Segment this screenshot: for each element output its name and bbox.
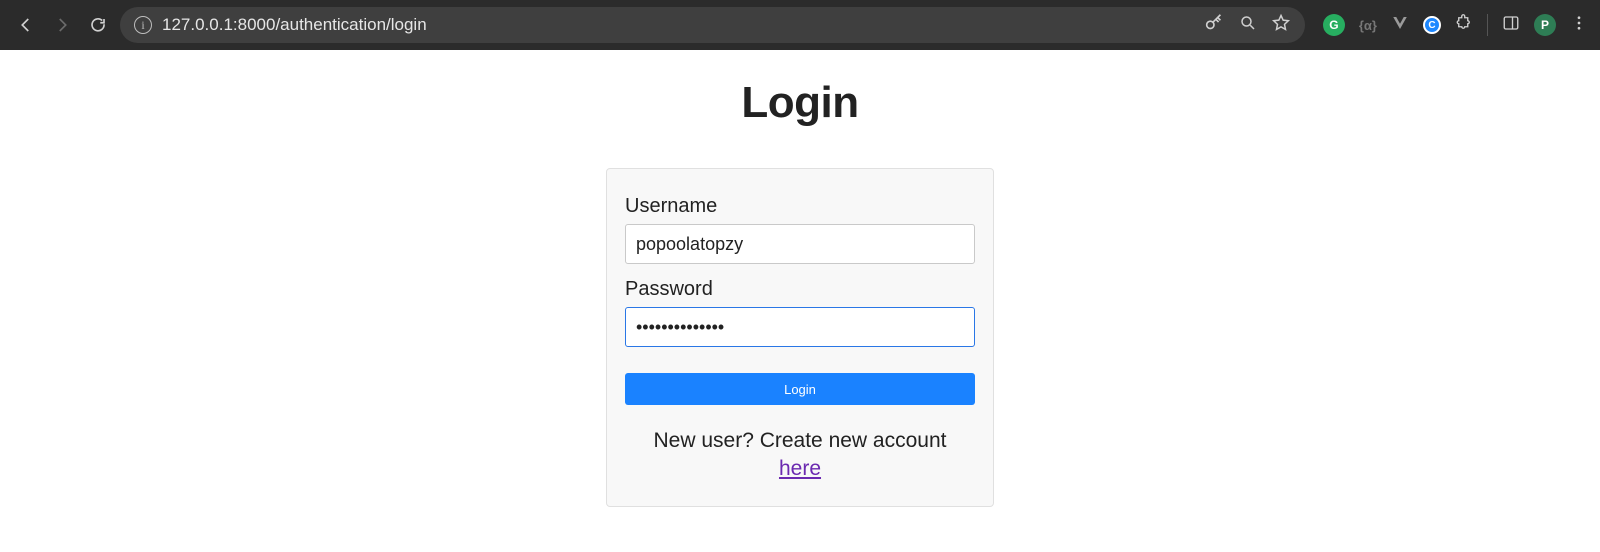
extension-c-icon[interactable]: C [1423,16,1441,34]
signup-text: New user? Create new account [654,429,947,452]
login-form-card: Username Password Login New user? Create… [606,168,994,507]
page-title: Login [741,78,858,128]
bookmark-star-icon[interactable] [1271,13,1291,38]
browser-top-bar: i 127.0.0.1:8000/authentication/login G … [0,0,1600,50]
profile-avatar[interactable]: P [1534,14,1556,36]
extension-bracket-icon[interactable]: {α} [1359,18,1377,33]
username-input[interactable] [625,224,975,264]
password-input[interactable] [625,307,975,347]
address-bar-actions [1203,12,1291,39]
page-content: Login Username Password Login New user? … [0,50,1600,507]
site-info-icon[interactable]: i [134,16,152,34]
forward-button[interactable] [48,11,76,39]
back-button[interactable] [12,11,40,39]
signup-link[interactable]: here [779,457,821,480]
zoom-icon[interactable] [1239,14,1257,37]
url-text: 127.0.0.1:8000/authentication/login [162,15,1193,35]
password-label: Password [625,278,975,301]
extension-v-icon[interactable] [1391,14,1409,37]
side-panel-icon[interactable] [1502,14,1520,37]
signup-prompt: New user? Create new account here [625,427,975,484]
toolbar-divider [1487,14,1488,36]
username-label: Username [625,195,975,218]
login-button[interactable]: Login [625,373,975,405]
menu-kebab-icon[interactable] [1570,14,1588,37]
password-key-icon[interactable] [1203,12,1225,39]
reload-button[interactable] [84,11,112,39]
extensions-puzzle-icon[interactable] [1455,14,1473,37]
address-bar[interactable]: i 127.0.0.1:8000/authentication/login [120,7,1305,43]
extension-grammarly-icon[interactable]: G [1323,14,1345,36]
toolbar-right: G {α} C P [1313,14,1588,37]
